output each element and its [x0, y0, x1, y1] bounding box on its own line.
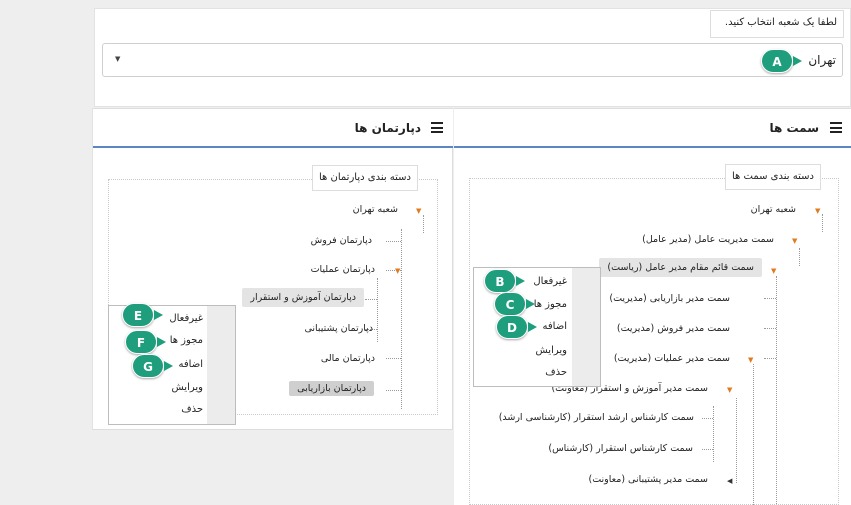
- tree-node-highlighted[interactable]: دپارتمان بازاریابی: [289, 381, 374, 396]
- context-menu-icon-strip: [207, 306, 235, 424]
- positions-header: سمت ها: [454, 108, 851, 148]
- menu-item-permissions[interactable]: مجوز ها: [170, 335, 203, 346]
- dropdown-arrow-icon: ▼: [115, 55, 121, 63]
- branch-prompt-label: لطفا یک شعبه انتخاب کنید.: [710, 10, 844, 38]
- tree-node[interactable]: دپارتمان فروش: [311, 235, 372, 246]
- tree-connector: [764, 298, 776, 299]
- tree-node[interactable]: سمت کارشناس استقرار (کارشناس): [548, 443, 693, 454]
- expand-caret-icon[interactable]: ▼: [748, 356, 753, 364]
- menu-item-deactivate[interactable]: غیرفعال: [533, 276, 567, 287]
- tree-node[interactable]: سمت مدیر بازاریابی (مدیریت): [609, 293, 730, 304]
- callout-label: C: [494, 292, 526, 316]
- callout-pointer: [164, 361, 173, 371]
- callout-pointer: [528, 322, 537, 332]
- tree-connector: [386, 241, 401, 242]
- expand-caret-icon[interactable]: ▼: [416, 207, 421, 215]
- tree-connector: [702, 418, 713, 419]
- menu-item-add[interactable]: اضافه: [543, 321, 567, 332]
- positions-group-label: دسته بندی سمت ها: [725, 164, 821, 190]
- tree-connector: [702, 449, 713, 450]
- hamburger-menu-icon[interactable]: [830, 122, 842, 133]
- branch-select[interactable]: تهران ▼: [102, 43, 843, 77]
- tree-node[interactable]: دپارتمان پشتیبانی: [304, 323, 373, 334]
- expand-caret-icon[interactable]: ▼: [771, 267, 776, 275]
- tree-connector: [386, 390, 401, 391]
- positions-title: سمت ها: [769, 121, 819, 135]
- hamburger-menu-icon[interactable]: [431, 122, 443, 133]
- tree-connector: [764, 328, 776, 329]
- menu-item-delete[interactable]: حذف: [545, 367, 567, 378]
- tree-node[interactable]: دپارتمان مالی: [321, 353, 375, 364]
- tree-node[interactable]: شعبه تهران: [353, 204, 398, 215]
- callout-label: D: [496, 315, 528, 339]
- menu-item-permissions[interactable]: مجوز ها: [534, 299, 567, 310]
- branch-select-value: تهران: [808, 53, 836, 67]
- callout-label: F: [125, 330, 157, 354]
- tree-connector: [799, 248, 800, 266]
- menu-item-add[interactable]: اضافه: [179, 359, 203, 370]
- callout-marker: F: [125, 330, 157, 354]
- expand-caret-icon[interactable]: ▼: [792, 237, 797, 245]
- callout-pointer: [526, 299, 535, 309]
- menu-item-edit[interactable]: ویرایش: [172, 382, 203, 393]
- expand-caret-icon[interactable]: ▼: [815, 207, 820, 215]
- tree-connector: [401, 229, 402, 409]
- tree-connector: [423, 215, 424, 233]
- callout-pointer: [793, 56, 802, 66]
- callout-pointer: [516, 276, 525, 286]
- tree-connector: [736, 398, 737, 483]
- menu-item-edit[interactable]: ویرایش: [536, 345, 567, 356]
- callout-pointer: [154, 310, 163, 320]
- tree-node[interactable]: سمت مدیریت عامل (مدیر عامل): [642, 234, 774, 245]
- tree-node[interactable]: دپارتمان عملیات: [311, 264, 375, 275]
- tree-connector: [776, 276, 777, 505]
- tree-connector: [764, 358, 776, 359]
- menu-item-delete[interactable]: حذف: [181, 404, 203, 415]
- callout-label: B: [484, 269, 516, 293]
- tree-node[interactable]: سمت مدیر پشتیبانی (معاونت): [588, 474, 708, 485]
- tree-connector: [377, 278, 378, 342]
- callout-marker: B: [484, 269, 516, 293]
- tree-connector: [713, 406, 714, 462]
- collapse-caret-icon[interactable]: ◀: [727, 477, 732, 485]
- departments-group-label: دسته بندی دپارتمان ها: [312, 165, 419, 191]
- expand-caret-icon[interactable]: ▼: [727, 386, 732, 394]
- menu-item-deactivate[interactable]: غیرفعال: [169, 313, 203, 324]
- tree-node[interactable]: سمت مدیر فروش (مدیریت): [617, 323, 730, 334]
- callout-marker: C: [494, 292, 526, 316]
- callout-label: E: [122, 303, 154, 327]
- callout-label: A: [761, 49, 793, 73]
- tree-connector: [822, 214, 823, 232]
- tree-node[interactable]: شعبه تهران: [751, 204, 796, 215]
- departments-title: دپارتمان ها: [354, 121, 421, 135]
- callout-marker: E: [122, 303, 154, 327]
- tree-node-selected[interactable]: دپارتمان آموزش و استقرار: [242, 288, 364, 307]
- departments-header: دپارتمان ها: [93, 108, 453, 148]
- tree-node-selected[interactable]: سمت قائم مقام مدیر عامل (ریاست): [599, 258, 762, 277]
- tree-node[interactable]: سمت مدیر عملیات (مدیریت): [614, 353, 730, 364]
- callout-pointer: [157, 337, 166, 347]
- tree-connector: [365, 299, 377, 300]
- context-menu-icon-strip: [572, 268, 600, 386]
- callout-label: G: [132, 354, 164, 378]
- callout-marker: A: [761, 49, 793, 73]
- tree-node[interactable]: سمت کارشناس ارشد استقرار (کارشناسی ارشد): [499, 412, 694, 423]
- callout-marker: G: [132, 354, 164, 378]
- callout-marker: D: [496, 315, 528, 339]
- tree-connector: [753, 364, 754, 505]
- expand-caret-icon[interactable]: ▼: [395, 267, 400, 275]
- tree-connector: [386, 358, 401, 359]
